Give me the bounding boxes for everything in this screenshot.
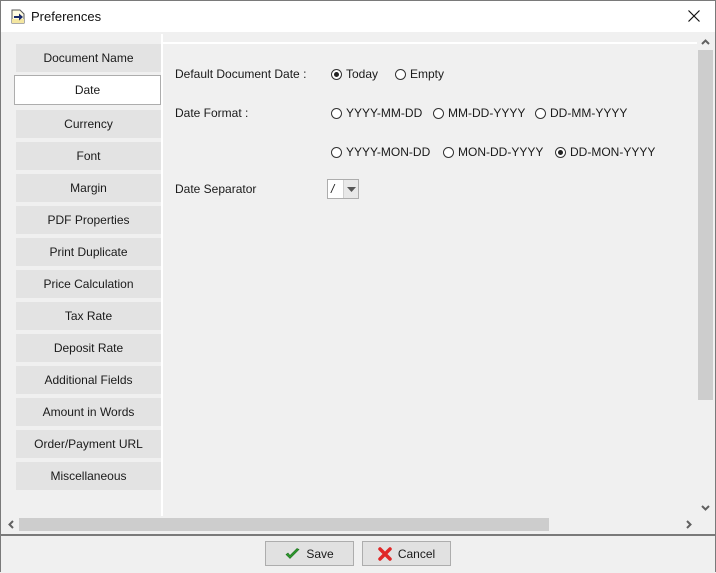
preferences-app-icon [11,9,25,24]
save-label: Save [306,546,334,561]
checkmark-icon [285,547,300,559]
close-icon [688,10,700,22]
sidebar-item-label: Deposit Rate [53,341,124,355]
sidebar-item-label: Order/Payment URL [34,437,143,451]
cancel-x-icon [378,546,392,561]
sidebar-item-miscellaneous[interactable]: Miscellaneous [16,462,161,490]
default-date-label: Default Document Date : [175,67,307,81]
cancel-button[interactable]: Cancel [362,541,451,566]
horizontal-scroll-thumb[interactable] [19,518,549,531]
sidebar-item-additional-fields[interactable]: Additional Fields [16,366,161,394]
scroll-down-icon[interactable] [697,500,713,516]
preferences-dialog: Preferences Document Name Date Currency … [0,0,716,573]
radio-checked-icon [555,146,566,158]
radio-label: Empty [410,67,445,81]
sidebar-item-print-duplicate[interactable]: Print Duplicate [16,238,161,266]
sidebar-item-label: Date [74,83,101,97]
chevron-down-icon[interactable] [343,180,358,198]
format-yyyy-mon-dd-radio[interactable]: YYYY-MON-DD [331,145,430,159]
sidebar-item-order-payment-url[interactable]: Order/Payment URL [16,430,161,458]
radio-checked-icon [331,68,342,80]
radio-label: MON-DD-YYYY [458,145,544,159]
sidebar-item-deposit-rate[interactable]: Deposit Rate [16,334,161,362]
vertical-scroll-thumb[interactable] [698,50,713,400]
sidebar-item-document-name[interactable]: Document Name [16,44,161,72]
dialog-footer: Save Cancel [1,534,715,573]
radio-unchecked-icon [433,107,444,119]
sidebar-item-amount-in-words[interactable]: Amount in Words [16,398,161,426]
sidebar: Document Name Date Currency Font Margin … [3,34,163,516]
scroll-viewport: Document Name Date Currency Font Margin … [3,34,697,518]
sidebar-item-label: Document Name [43,51,134,65]
radio-label: MM-DD-YYYY [448,106,526,120]
date-separator-label: Date Separator [175,182,257,196]
horizontal-scrollbar[interactable] [3,516,697,533]
sidebar-item-currency[interactable]: Currency [16,110,161,138]
format-mm-dd-yyyy-radio[interactable]: MM-DD-YYYY [433,106,525,120]
radio-label: DD-MON-YYYY [570,145,656,159]
close-button[interactable] [677,3,711,29]
sidebar-item-label: Margin [70,181,107,195]
radio-unchecked-icon [395,68,406,80]
title-bar: Preferences [1,1,715,32]
sidebar-item-pdf-properties[interactable]: PDF Properties [16,206,161,234]
date-settings-panel: Default Document Date : Today Empty Date… [163,42,697,518]
default-date-empty-radio[interactable]: Empty [395,67,444,81]
sidebar-item-price-calculation[interactable]: Price Calculation [16,270,161,298]
scroll-up-icon[interactable] [697,34,713,50]
sidebar-item-label: Additional Fields [44,373,133,387]
radio-unchecked-icon [443,146,454,158]
date-separator-dropdown[interactable]: / [327,179,359,199]
sidebar-item-label: PDF Properties [47,213,130,227]
scroll-left-icon[interactable] [3,516,19,532]
cancel-label: Cancel [397,546,436,561]
radio-label: YYYY-MM-DD [346,106,423,120]
format-yyyy-mm-dd-radio[interactable]: YYYY-MM-DD [331,106,422,120]
scroll-right-icon[interactable] [681,516,697,532]
sidebar-item-label: Print Duplicate [49,245,128,259]
sidebar-item-label: Tax Rate [64,309,113,323]
radio-label: YYYY-MON-DD [346,145,431,159]
radio-unchecked-icon [331,146,342,158]
format-mon-dd-yyyy-radio[interactable]: MON-DD-YYYY [443,145,543,159]
radio-label: DD-MM-YYYY [550,106,628,120]
format-dd-mon-yyyy-radio[interactable]: DD-MON-YYYY [555,145,655,159]
vertical-scrollbar[interactable] [697,34,714,516]
sidebar-item-label: Price Calculation [43,277,134,291]
sidebar-item-label: Amount in Words [42,405,135,419]
sidebar-item-label: Miscellaneous [50,469,127,483]
sidebar-item-tax-rate[interactable]: Tax Rate [16,302,161,330]
radio-unchecked-icon [331,107,342,119]
date-format-label: Date Format : [175,106,249,120]
sidebar-item-font[interactable]: Font [16,142,161,170]
radio-unchecked-icon [535,107,546,119]
radio-label: Today [346,67,379,81]
sidebar-item-date[interactable]: Date [14,75,161,105]
save-button[interactable]: Save [265,541,354,566]
sidebar-item-margin[interactable]: Margin [16,174,161,202]
format-dd-mm-yyyy-radio[interactable]: DD-MM-YYYY [535,106,627,120]
sidebar-item-label: Currency [64,117,113,131]
window-title: Preferences [31,9,102,24]
default-date-today-radio[interactable]: Today [331,67,378,81]
date-separator-value: / [331,182,335,196]
sidebar-item-label: Font [76,149,101,163]
